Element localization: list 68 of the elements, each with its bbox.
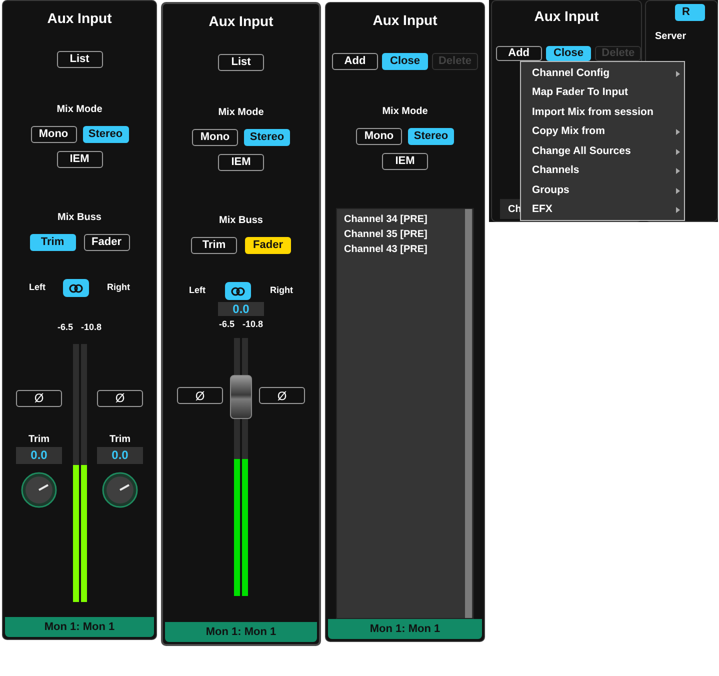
panel-title: Aux Input (533, 7, 600, 26)
toggle-button[interactable]: IEM (56, 151, 102, 168)
toggle-button[interactable]: Close (382, 53, 428, 70)
toggle-button[interactable]: Add (496, 46, 542, 61)
section-label: Mix Buss (56, 211, 102, 225)
trim-label: Trim (109, 432, 131, 446)
side-label: Server (655, 30, 686, 44)
panel-title: Aux Input (46, 9, 113, 28)
link-icon (69, 284, 84, 292)
footer-bar: Mon 1: Mon 1 (5, 617, 154, 637)
channel-label: Right (107, 281, 130, 294)
toggle-button[interactable]: Mono (30, 126, 76, 143)
level-reading: -6.5 (57, 321, 73, 334)
panel-title: Aux Input (372, 11, 438, 30)
knob[interactable] (21, 472, 57, 508)
footer-bar: Mon 1: Mon 1 (165, 622, 317, 642)
menu-item[interactable]: EFX (521, 200, 684, 220)
list-item[interactable]: Channel 34 [PRE] (344, 212, 465, 227)
link-icon (230, 286, 245, 296)
toggle-button[interactable]: Stereo (244, 129, 290, 146)
channel-label: Left (189, 284, 206, 298)
link-button[interactable] (63, 279, 90, 297)
link-button[interactable] (224, 282, 251, 300)
menu-item[interactable]: Channel Config (521, 64, 684, 84)
toggle-button[interactable]: List (56, 51, 102, 68)
phase-button[interactable]: Ø (259, 387, 305, 404)
phase-button[interactable]: Ø (177, 387, 223, 404)
toggle-button[interactable]: Stereo (408, 128, 454, 145)
menu-item[interactable]: Groups (521, 181, 684, 200)
toggle-button[interactable]: IEM (218, 154, 264, 171)
list-item[interactable]: Channel 35 [PRE] (344, 227, 465, 242)
section-label: Mix Buss (218, 214, 264, 228)
channel-label: Right (270, 284, 293, 298)
fader-handle[interactable] (230, 374, 252, 419)
fader-value: 0.0 (218, 302, 264, 316)
toggle-button[interactable]: Fader (84, 234, 130, 251)
panel-title: Aux Input (208, 12, 274, 31)
toggle-button[interactable]: IEM (382, 153, 428, 170)
phase-button[interactable]: Ø (16, 390, 62, 406)
channel-label: Left (29, 281, 46, 294)
toggle-button[interactable]: Mono (356, 128, 402, 145)
menu-item[interactable]: Channels (521, 162, 684, 181)
toggle-button[interactable]: Close (546, 46, 592, 61)
toggle-button[interactable]: List (218, 54, 264, 71)
toggle-button[interactable]: Trim (191, 237, 237, 254)
section-label: Mix Mode (381, 105, 429, 119)
trim-label: Trim (28, 432, 50, 446)
toggle-button[interactable]: Fader (245, 237, 291, 254)
menu-item[interactable]: Change All Sources (521, 142, 684, 162)
level-reading: -10.8 (81, 321, 102, 334)
footer-bar: Mon 1: Mon 1 (328, 619, 482, 639)
section-label: Mix Mode (217, 106, 265, 120)
trim-value: 0.0 (16, 446, 62, 464)
menu-item[interactable]: Import Mix from session (521, 103, 684, 122)
side-button[interactable]: R (675, 4, 705, 21)
section-label: Mix Mode (56, 103, 104, 117)
knob[interactable] (102, 472, 138, 508)
list-item[interactable]: Channel 43 [PRE] (344, 242, 465, 257)
level-reading: -6.5 (218, 318, 234, 331)
trim-value: 0.0 (97, 446, 143, 464)
toggle-button[interactable]: Mono (192, 129, 238, 146)
toggle-button[interactable]: Trim (30, 234, 76, 251)
menu-item[interactable]: Map Fader To Input (521, 84, 684, 103)
level-reading: -10.8 (242, 318, 264, 331)
phase-button[interactable]: Ø (97, 390, 143, 406)
menu-item[interactable]: Copy Mix from (521, 122, 684, 142)
toggle-button[interactable]: Stereo (82, 126, 128, 143)
toggle-button[interactable]: Add (332, 53, 378, 70)
